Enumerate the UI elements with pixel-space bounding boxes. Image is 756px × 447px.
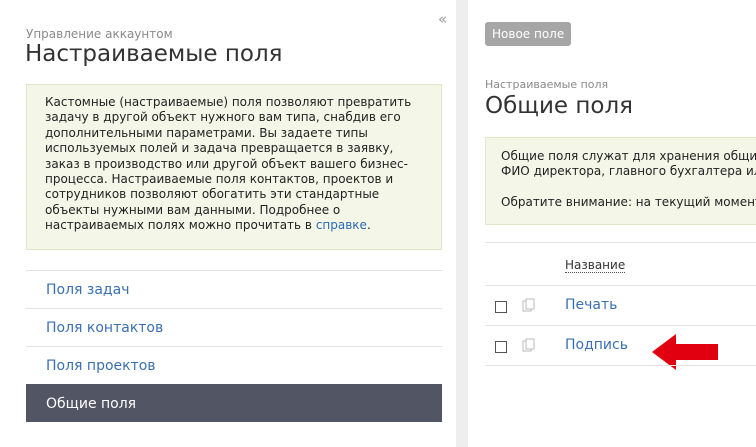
breadcrumb-right: Настраиваемые поля bbox=[485, 78, 609, 91]
nav-item-common-fields[interactable]: Общие поля bbox=[26, 384, 442, 422]
breadcrumb: Управление аккаунтом bbox=[26, 27, 173, 41]
right-panel: Новое поле Настраиваемые поля Общие поля… bbox=[468, 0, 756, 447]
info-line: Общие поля служат для хранения общих bbox=[501, 149, 756, 163]
fields-table: Название Печать Подпись bbox=[485, 242, 756, 370]
collapse-panel-icon[interactable]: « bbox=[438, 10, 447, 28]
copy-icon[interactable] bbox=[522, 338, 536, 352]
new-field-button[interactable]: Новое поле bbox=[485, 22, 572, 46]
info-text-end: . bbox=[366, 218, 371, 233]
left-panel: « Управление аккаунтом Настраиваемые пол… bbox=[0, 0, 456, 447]
row-checkbox[interactable] bbox=[495, 341, 507, 353]
page-title: Настраиваемые поля bbox=[25, 41, 283, 67]
column-header-name[interactable]: Название bbox=[565, 258, 626, 273]
table-header: Название bbox=[485, 242, 756, 286]
nav-item-task-fields[interactable]: Поля задач bbox=[26, 270, 442, 308]
table-row: Подпись bbox=[485, 326, 756, 366]
common-fields-info-box: Общие поля служат для хранения общих ФИО … bbox=[485, 137, 756, 225]
nav-item-project-fields[interactable]: Поля проектов bbox=[26, 346, 442, 384]
panel-divider bbox=[456, 0, 468, 447]
row-checkbox[interactable] bbox=[495, 301, 507, 313]
section-title: Общие поля bbox=[485, 93, 634, 119]
copy-icon[interactable] bbox=[522, 298, 536, 312]
field-name-link[interactable]: Подпись bbox=[565, 337, 628, 353]
info-line: ФИО директора, главного бухгалтера ил bbox=[501, 164, 756, 179]
table-row: Печать bbox=[485, 286, 756, 370]
custom-fields-nav: Поля задач Поля контактов Поля проектов … bbox=[26, 270, 442, 422]
help-link[interactable]: справке bbox=[316, 218, 367, 232]
nav-item-contact-fields[interactable]: Поля контактов bbox=[26, 308, 442, 346]
field-name-link[interactable]: Печать bbox=[565, 297, 617, 313]
info-note: Обратите внимание: на текущий момент bbox=[501, 194, 756, 209]
info-box: Кастомные (настраиваемые) поля позволяют… bbox=[26, 84, 442, 250]
info-text: Кастомные (настраиваемые) поля позволяют… bbox=[45, 95, 412, 233]
